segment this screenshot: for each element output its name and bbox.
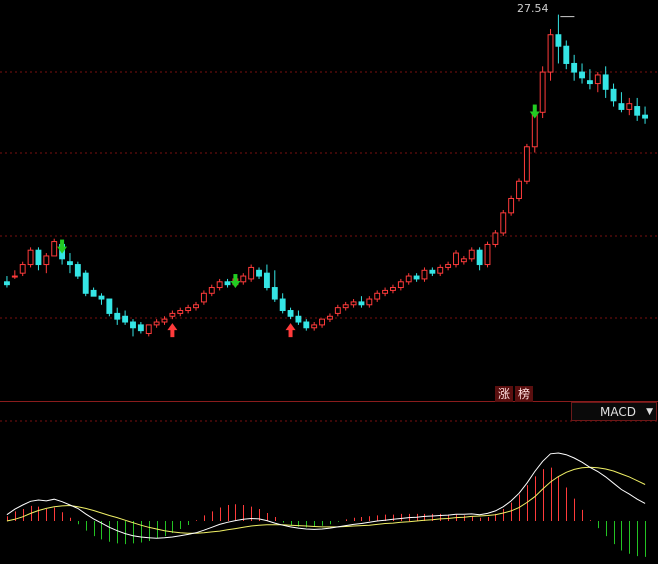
candle-body [35, 249, 42, 266]
candle-body [295, 315, 302, 323]
candle-body [153, 321, 160, 326]
candle-body [122, 315, 129, 323]
candle-body [248, 266, 255, 280]
candle-body [11, 275, 18, 278]
candle-body [610, 88, 617, 102]
sell-arrow-icon [57, 239, 68, 254]
candle-body [67, 261, 73, 266]
candle-body [453, 252, 459, 266]
candle-body [27, 249, 34, 266]
candle-body [586, 80, 593, 85]
candle-body [468, 249, 475, 260]
sell-arrow-icon [230, 274, 241, 289]
candle-body [350, 301, 357, 306]
candle-body [303, 321, 310, 329]
candle-body [19, 264, 26, 274]
candle-body [571, 62, 578, 73]
candle-body [130, 321, 136, 329]
buy-arrow-icon [167, 323, 178, 338]
candle-body [185, 307, 192, 312]
stock-chart-window: 27.54 涨 榜 MACD ▼ [0, 0, 658, 564]
candle-body [539, 71, 546, 113]
candle-body [114, 312, 121, 320]
candle-body [271, 287, 278, 300]
candle-body [382, 289, 389, 294]
candle-body [563, 45, 570, 64]
candle-body [319, 318, 326, 326]
candle-body [193, 304, 199, 309]
candle-body [279, 298, 286, 312]
candle-body [413, 275, 420, 280]
candle-body [3, 281, 10, 286]
candle-body [508, 197, 515, 214]
candle-body [476, 249, 483, 266]
candle-body [374, 292, 381, 300]
macd-chart[interactable] [0, 400, 658, 564]
candle-body [602, 74, 609, 90]
candle-body [579, 71, 585, 79]
candle-body [98, 295, 105, 300]
candle-body [161, 318, 168, 323]
candle-body [74, 264, 81, 277]
candle-body [106, 298, 113, 314]
candle-body [51, 241, 58, 257]
candle-body [555, 34, 562, 47]
candle-body [334, 307, 341, 314]
candle-body [256, 269, 262, 277]
candle-body [405, 275, 412, 283]
candle-body [594, 74, 601, 85]
candle-body [240, 275, 247, 283]
sell-arrow-icon [529, 104, 540, 119]
candle-body [523, 146, 530, 182]
candle-body [177, 310, 184, 314]
candle-body [90, 289, 97, 297]
candle-body [43, 255, 50, 266]
candle-body [390, 287, 396, 291]
candle-body [200, 292, 207, 303]
candlestick-chart[interactable] [0, 0, 658, 400]
candle-body [137, 324, 144, 332]
candle-body [208, 287, 215, 294]
buy-arrow-icon [285, 323, 296, 338]
candle-body [484, 243, 491, 266]
candle-body [216, 281, 223, 289]
candle-body [547, 34, 554, 73]
dif-line [6, 452, 646, 539]
candle-body [326, 315, 333, 320]
candle-body [311, 324, 318, 329]
candle-body [516, 180, 522, 199]
candle-body [421, 269, 428, 280]
candle-body [358, 301, 365, 306]
candle-body [500, 212, 507, 234]
candle-body [634, 106, 641, 116]
candle-body [492, 232, 499, 245]
candle-body [263, 272, 270, 289]
candle-body [366, 298, 373, 306]
high-price-label: 27.54 [517, 2, 549, 15]
candle-body [224, 281, 231, 286]
candle-body [626, 103, 633, 110]
candle-body [82, 272, 89, 294]
candle-body [145, 324, 152, 335]
candle-body [397, 281, 404, 289]
candle-body [437, 266, 444, 274]
candle-body [429, 269, 436, 274]
candle-body [287, 310, 294, 317]
candle-body [618, 103, 625, 110]
candle-body [169, 312, 176, 317]
candle-body [460, 258, 467, 263]
candle-body [342, 304, 349, 309]
candle-body [642, 114, 649, 119]
candle-body [445, 264, 452, 268]
